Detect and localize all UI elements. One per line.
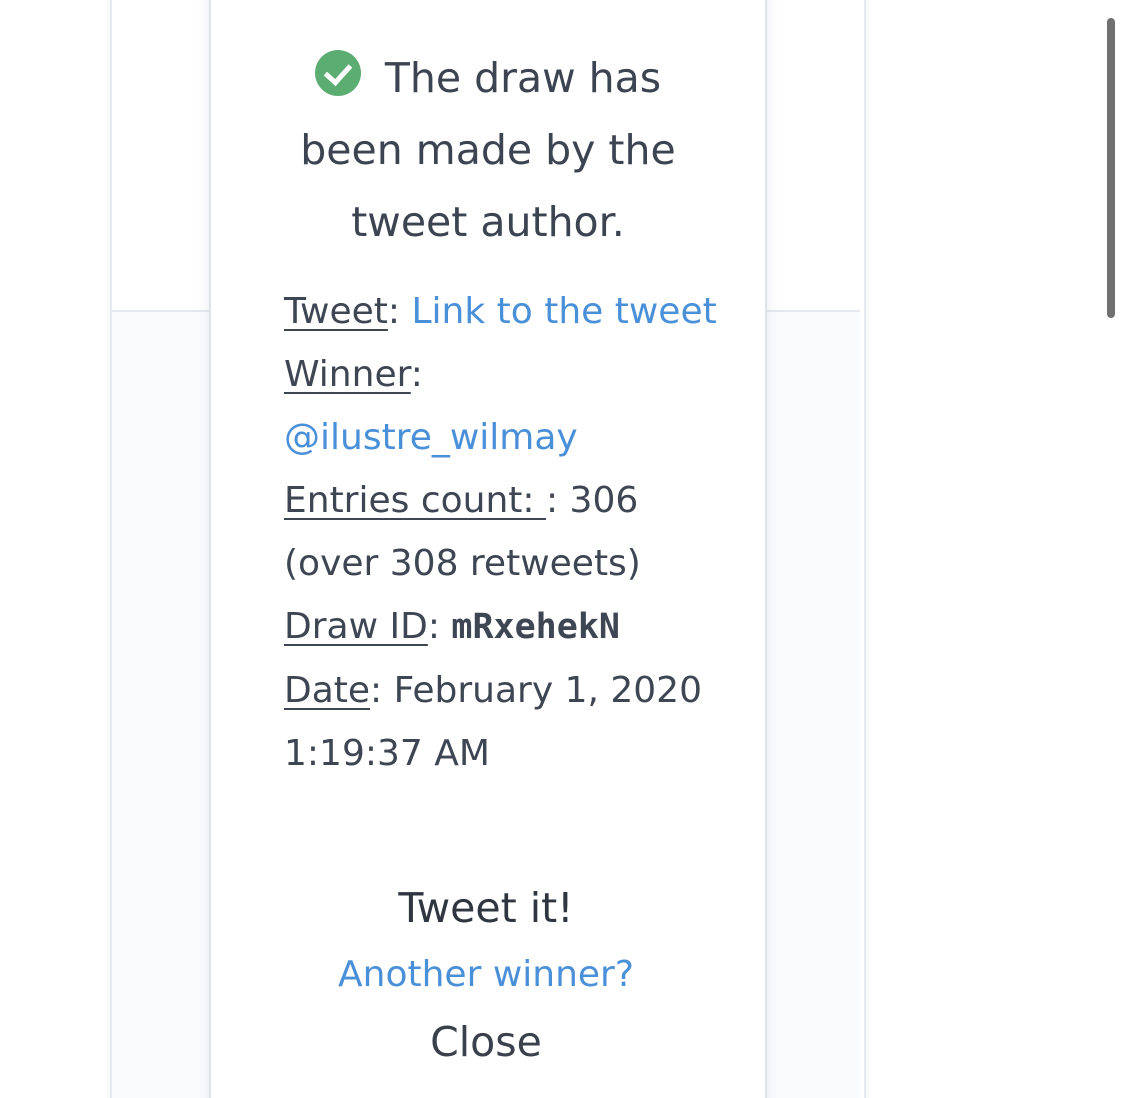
result-headline: The draw has been made by the tweet auth… xyxy=(260,42,716,258)
date-row: Date: February 1, 2020 1:19:37 AM xyxy=(284,659,724,785)
winner-label: Winner xyxy=(284,354,411,395)
tweet-label: Tweet xyxy=(284,291,388,332)
entries-label: Entries count: xyxy=(284,480,546,521)
close-button[interactable]: Close xyxy=(211,1008,761,1076)
draw-id-value: mRxehekN xyxy=(451,607,620,647)
check-circle-icon xyxy=(314,50,361,96)
date-label: Date xyxy=(284,670,371,711)
draw-details: Tweet: Link to the tweet Winner: @ilustr… xyxy=(284,280,724,785)
winner-link[interactable]: @ilustre_wilmay xyxy=(284,417,578,458)
draw-id-label: Draw ID xyxy=(284,606,428,647)
tweet-it-button[interactable]: Tweet it! xyxy=(211,875,761,941)
tweet-row: Tweet: Link to the tweet xyxy=(284,291,717,332)
page: The draw has been made by the tweet auth… xyxy=(0,0,1125,1098)
winner-row: Winner: @ilustre_wilmay xyxy=(284,354,578,458)
another-winner-link[interactable]: Another winner? xyxy=(211,941,761,1008)
draw-id-row: Draw ID: mRxehekN xyxy=(284,606,620,647)
modal-actions: Tweet it! Another winner? Close xyxy=(211,875,761,1076)
scrollbar-thumb[interactable] xyxy=(1107,18,1115,318)
tweet-link[interactable]: Link to the tweet xyxy=(411,291,716,332)
entries-row: Entries count: : 306 (over 308 retweets) xyxy=(284,469,724,595)
